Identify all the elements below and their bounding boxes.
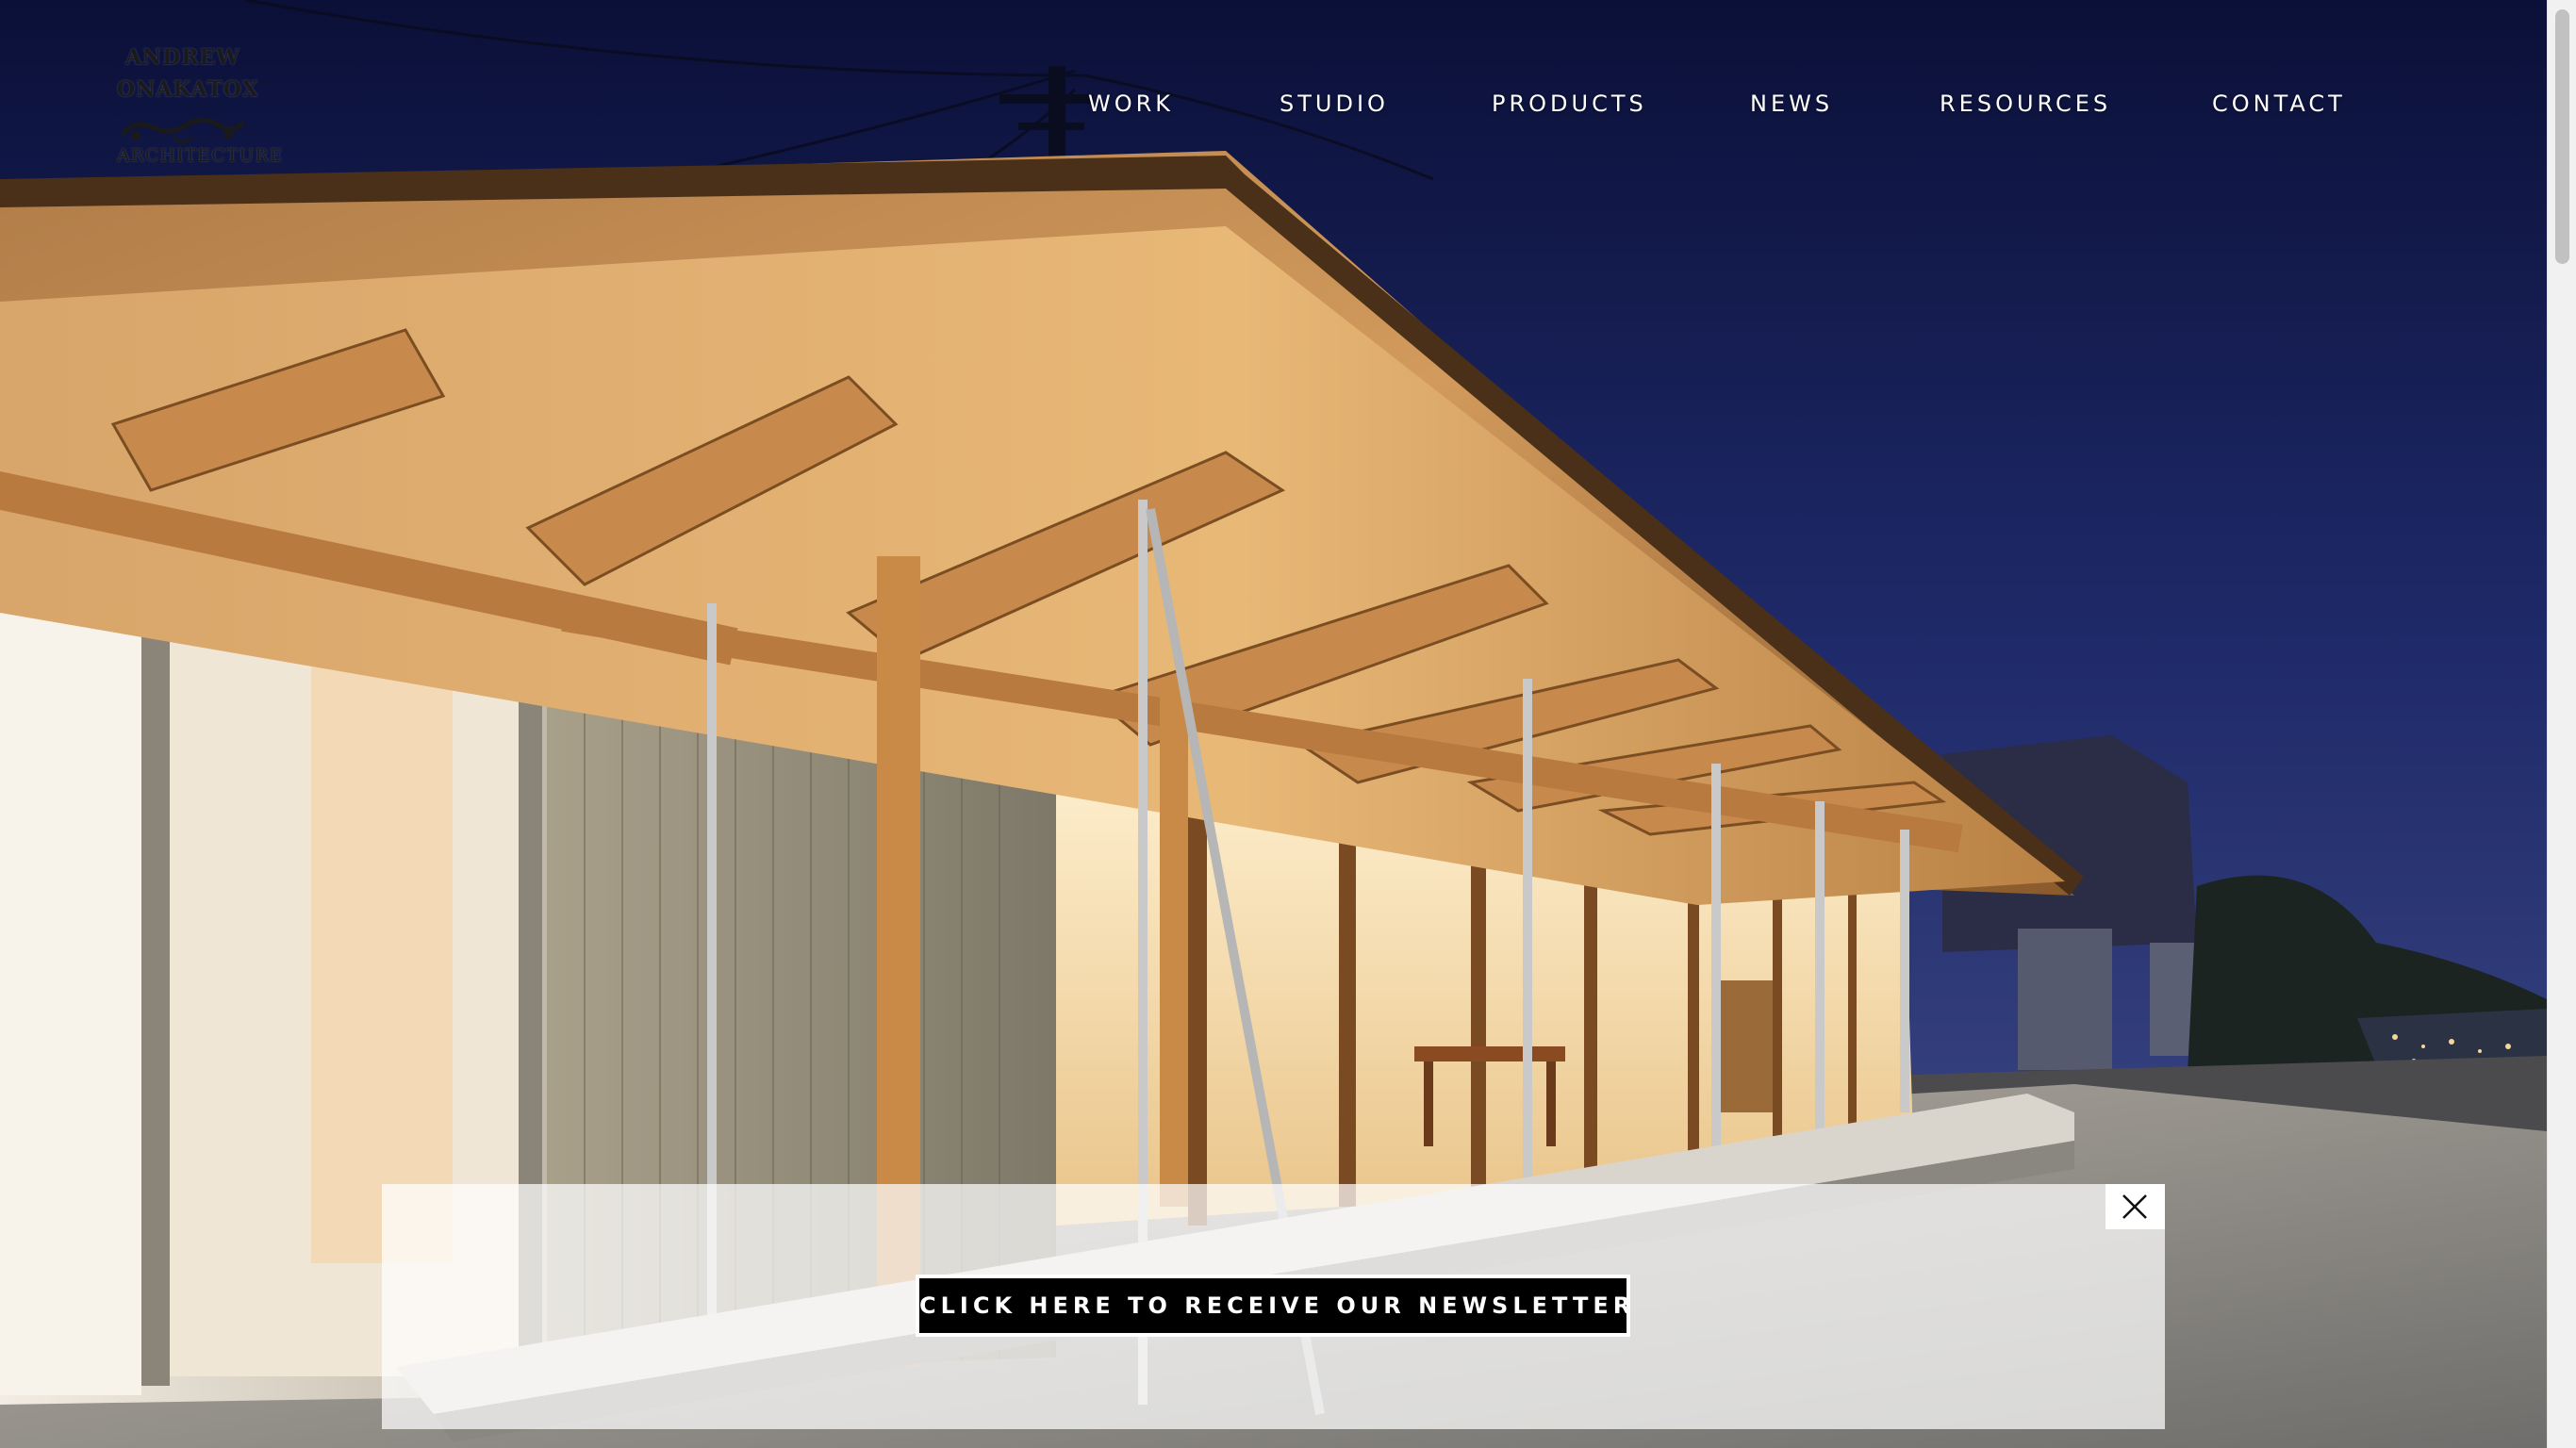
newsletter-close-button[interactable] [2105, 1184, 2165, 1229]
nav-item-contact[interactable]: CONTACT [2212, 90, 2346, 117]
nav-item-work[interactable]: WORK [1088, 90, 1174, 117]
close-icon [2122, 1194, 2147, 1219]
newsletter-signup-button[interactable]: CLICK HERE TO RECEIVE OUR NEWSLETTER [916, 1275, 1630, 1337]
page-viewport: ANDREW ONAKATOX ARCHITECTURE WORK STUDIO… [0, 0, 2547, 1448]
main-navigation: WORK STUDIO PRODUCTS NEWS RESOURCES CONT… [0, 90, 2547, 128]
nav-item-news[interactable]: NEWS [1750, 90, 1833, 117]
nav-item-resources[interactable]: RESOURCES [1940, 90, 2111, 117]
logo-line-1: ANDREW [124, 45, 240, 70]
page-scrollbar[interactable] [2547, 0, 2576, 1448]
scrollbar-thumb[interactable] [2555, 9, 2569, 264]
nav-item-studio[interactable]: STUDIO [1280, 90, 1389, 117]
nav-item-products[interactable]: PRODUCTS [1492, 90, 1647, 117]
newsletter-banner: CLICK HERE TO RECEIVE OUR NEWSLETTER [382, 1184, 2165, 1429]
logo-line-3: ARCHITECTURE [117, 145, 284, 166]
